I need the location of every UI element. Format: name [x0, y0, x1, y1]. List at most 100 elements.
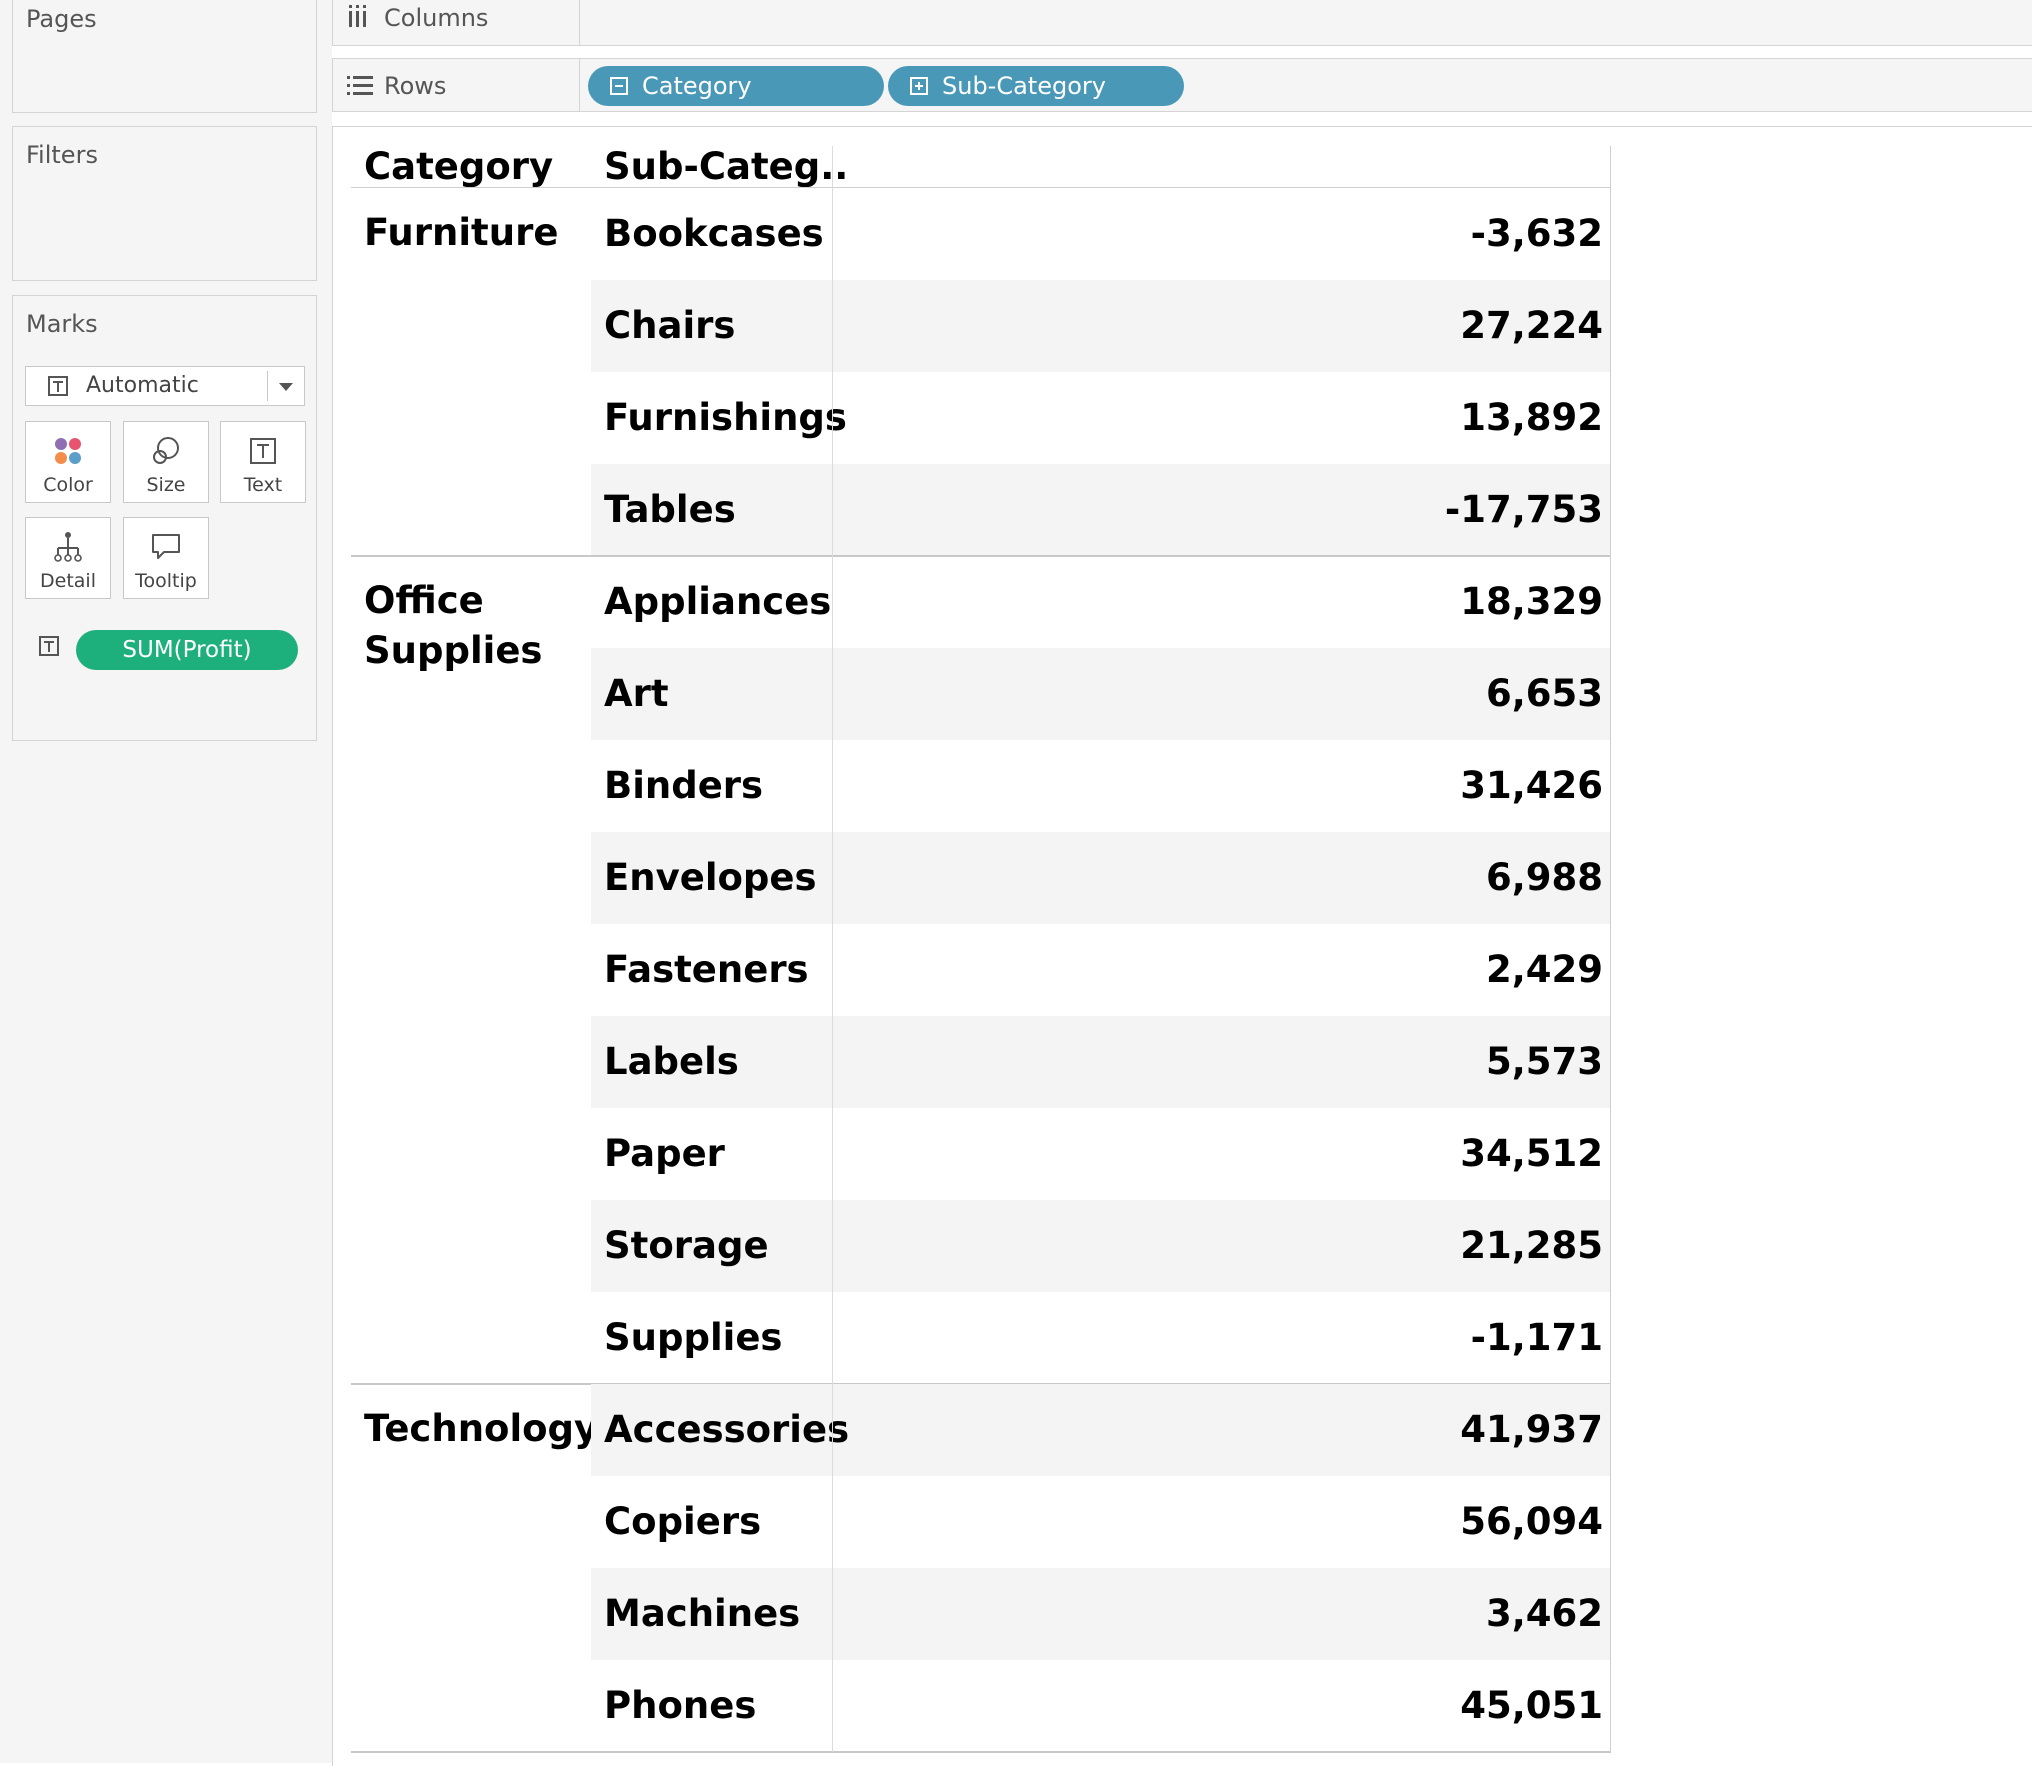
category-header[interactable]: Category [364, 146, 553, 188]
subcategory-label[interactable]: Tables [604, 464, 736, 556]
subcategory-label[interactable]: Fasteners [604, 924, 809, 1016]
crosstab-table: Category Sub-Categ.. Furniture Bookcases -… [351, 146, 1611, 1756]
columns-label: Columns [384, 4, 489, 32]
profit-value[interactable]: 6,988 [1486, 832, 1603, 924]
collapse-icon[interactable] [610, 77, 628, 95]
color-label: Color [43, 474, 93, 496]
profit-value[interactable]: 21,285 [1460, 1200, 1603, 1292]
profit-value[interactable]: 41,937 [1460, 1384, 1603, 1476]
table-row: Copiers 56,094 [351, 1476, 1611, 1568]
profit-value[interactable]: 3,462 [1486, 1568, 1603, 1660]
table-row: Machines 3,462 [351, 1568, 1611, 1660]
subcategory-label[interactable]: Storage [604, 1200, 769, 1292]
subcategory-label[interactable]: Copiers [604, 1476, 761, 1568]
dropdown-separator [267, 371, 268, 401]
size-icon [124, 434, 208, 468]
detail-label: Detail [40, 570, 96, 592]
category-pill-label: Category [642, 72, 752, 100]
subcategory-label[interactable]: Art [604, 648, 669, 740]
detail-icon [26, 530, 110, 564]
pages-panel[interactable]: Pages [12, 0, 317, 113]
table-row: Binders 31,426 [351, 740, 1611, 832]
size-button[interactable]: Size [123, 421, 209, 503]
profit-value[interactable]: 45,051 [1460, 1660, 1603, 1752]
profit-value[interactable]: 5,573 [1486, 1016, 1603, 1108]
table-row: Supplies -1,171 [351, 1292, 1611, 1384]
subcategory-label[interactable]: Paper [604, 1108, 725, 1200]
profit-value[interactable]: 27,224 [1460, 280, 1603, 372]
rows-icon [347, 76, 373, 95]
subcategory-label[interactable]: Labels [604, 1016, 739, 1108]
table-row: Tables -17,753 [351, 464, 1611, 556]
subcategory-label[interactable]: Chairs [604, 280, 735, 372]
profit-value[interactable]: -3,632 [1471, 188, 1603, 280]
profit-value[interactable]: -17,753 [1445, 464, 1603, 556]
rows-shelf[interactable]: Rows Category Sub-Category [332, 58, 2032, 112]
subcategory-label[interactable]: Bookcases [604, 188, 824, 280]
columns-label-box: Columns [332, 0, 580, 45]
marks-panel: Marks Automatic Color Size Text Detail T… [12, 295, 317, 741]
table-row: Bookcases -3,632 [351, 188, 1611, 280]
subcategory-label[interactable]: Furnishings [604, 372, 847, 464]
subcategory-label[interactable]: Appliances [604, 556, 831, 648]
table-row: Fasteners 2,429 [351, 924, 1611, 1016]
row-band [591, 280, 1610, 372]
subcategory-label[interactable]: Machines [604, 1568, 800, 1660]
size-label: Size [146, 474, 186, 496]
filters-title: Filters [26, 141, 98, 169]
detail-button[interactable]: Detail [25, 517, 111, 599]
table-row: Chairs 27,224 [351, 280, 1611, 372]
profit-value[interactable]: 2,429 [1486, 924, 1603, 1016]
table-row: Art 6,653 [351, 648, 1611, 740]
profit-value[interactable]: 13,892 [1460, 372, 1603, 464]
marks-title: Marks [26, 310, 98, 338]
profit-value[interactable]: 31,426 [1460, 740, 1603, 832]
table-row: Appliances 18,329 [351, 556, 1611, 648]
rows-label: Rows [384, 72, 447, 100]
sub-category-pill[interactable]: Sub-Category [888, 66, 1184, 106]
category-pill[interactable]: Category [588, 66, 884, 106]
table-row: Envelopes 6,988 [351, 832, 1611, 924]
subcategory-label[interactable]: Accessories [604, 1384, 849, 1476]
columns-shelf[interactable]: Columns [332, 0, 2032, 46]
mark-type-dropdown[interactable]: Automatic [25, 366, 305, 406]
text-button[interactable]: Text [220, 421, 306, 503]
pages-title: Pages [26, 5, 97, 33]
tooltip-label: Tooltip [135, 570, 197, 592]
row-band [591, 648, 1610, 740]
table-row: Paper 34,512 [351, 1108, 1611, 1200]
text-encoding-icon[interactable] [39, 636, 59, 656]
color-button[interactable]: Color [25, 421, 111, 503]
tooltip-button[interactable]: Tooltip [123, 517, 209, 599]
table-row: Phones 45,051 [351, 1660, 1611, 1752]
sum-profit-pill[interactable]: SUM(Profit) [76, 630, 298, 670]
color-icon [26, 434, 110, 468]
table-row: Accessories 41,937 [351, 1384, 1611, 1476]
rows-label-box: Rows [332, 59, 580, 111]
subcategory-label[interactable]: Phones [604, 1660, 756, 1752]
text-icon [221, 434, 305, 468]
expand-icon[interactable] [910, 77, 928, 95]
chevron-down-icon[interactable] [279, 383, 293, 391]
tooltip-icon [124, 530, 208, 564]
profit-value[interactable]: -1,171 [1471, 1292, 1603, 1384]
subcategory-header[interactable]: Sub-Categ.. [604, 146, 848, 188]
text-mark-icon [48, 376, 68, 396]
sub-category-pill-label: Sub-Category [942, 72, 1106, 100]
table-row: Labels 5,573 [351, 1016, 1611, 1108]
profit-value[interactable]: 18,329 [1460, 556, 1603, 648]
profit-value[interactable]: 6,653 [1486, 648, 1603, 740]
pane-divider [832, 146, 833, 1752]
text-label: Text [243, 474, 283, 496]
subcategory-label[interactable]: Binders [604, 740, 763, 832]
profit-value[interactable]: 56,094 [1460, 1476, 1603, 1568]
subcategory-label[interactable]: Supplies [604, 1292, 782, 1384]
mark-type-label: Automatic [86, 373, 199, 398]
group-divider [351, 1751, 1611, 1753]
table-row: Storage 21,285 [351, 1200, 1611, 1292]
table-right-border [1610, 146, 1611, 1752]
row-band [591, 1108, 1610, 1200]
profit-value[interactable]: 34,512 [1460, 1108, 1603, 1200]
subcategory-label[interactable]: Envelopes [604, 832, 817, 924]
filters-panel[interactable]: Filters [12, 126, 317, 281]
